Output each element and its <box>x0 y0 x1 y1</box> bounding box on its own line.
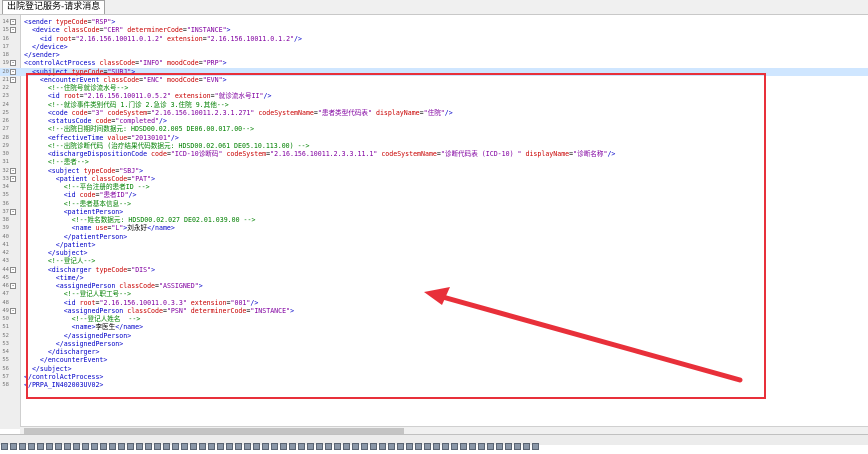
toolbar-icon[interactable] <box>82 443 89 450</box>
toolbar-icon[interactable] <box>352 443 359 450</box>
toolbar-icon[interactable] <box>289 443 296 450</box>
toolbar-icon[interactable] <box>307 443 314 450</box>
toolbar-icon[interactable] <box>226 443 233 450</box>
toolbar-icon[interactable] <box>424 443 431 450</box>
toolbar-icon[interactable] <box>109 443 116 450</box>
toolbar-icon[interactable] <box>433 443 440 450</box>
toolbar-icon[interactable] <box>298 443 305 450</box>
toolbar-icon[interactable] <box>1 443 8 450</box>
toolbar-icon[interactable] <box>145 443 152 450</box>
toolbar-icon[interactable] <box>253 443 260 450</box>
toolbar-icon[interactable] <box>343 443 350 450</box>
toolbar-icon[interactable] <box>91 443 98 450</box>
toolbar-icon[interactable] <box>28 443 35 450</box>
toolbar-icon[interactable] <box>532 443 539 450</box>
toolbar-icon[interactable] <box>280 443 287 450</box>
toolbar-icon[interactable] <box>163 443 170 450</box>
toolbar-icon[interactable] <box>181 443 188 450</box>
toolbar-icon[interactable] <box>190 443 197 450</box>
toolbar-icon[interactable] <box>46 443 53 450</box>
arrow-shaft <box>429 291 743 383</box>
toolbar-icon[interactable] <box>442 443 449 450</box>
toolbar-icon[interactable] <box>361 443 368 450</box>
toolbar-icon[interactable] <box>127 443 134 450</box>
toolbar-icon[interactable] <box>379 443 386 450</box>
toolbar-icon[interactable] <box>136 443 143 450</box>
toolbar-icon[interactable] <box>496 443 503 450</box>
toolbar-icon[interactable] <box>451 443 458 450</box>
toolbar-icon[interactable] <box>370 443 377 450</box>
toolbar-icon[interactable] <box>64 443 71 450</box>
toolbar-icon[interactable] <box>523 443 530 450</box>
toolbar-icon[interactable] <box>199 443 206 450</box>
toolbar-icon[interactable] <box>262 443 269 450</box>
toolbar-icon[interactable] <box>172 443 179 450</box>
toolbar-icon[interactable] <box>415 443 422 450</box>
arrow-annotation-icon <box>424 287 743 383</box>
toolbar-icon[interactable] <box>316 443 323 450</box>
toolbar-icon[interactable] <box>10 443 17 450</box>
toolbar-icon[interactable] <box>235 443 242 450</box>
toolbar-icon[interactable] <box>334 443 341 450</box>
toolbar-icon[interactable] <box>100 443 107 450</box>
toolbar-icon[interactable] <box>118 443 125 450</box>
toolbar-icon[interactable] <box>460 443 467 450</box>
bottom-toolbar <box>0 434 868 450</box>
toolbar-icon[interactable] <box>388 443 395 450</box>
toolbar-icon[interactable] <box>37 443 44 450</box>
toolbar-icon[interactable] <box>217 443 224 450</box>
toolbar-icon[interactable] <box>514 443 521 450</box>
toolbar-icon[interactable] <box>397 443 404 450</box>
toolbar-icon[interactable] <box>244 443 251 450</box>
toolbar-icon[interactable] <box>478 443 485 450</box>
toolbar-icon[interactable] <box>487 443 494 450</box>
toolbar-icon[interactable] <box>55 443 62 450</box>
toolbar-icon[interactable] <box>325 443 332 450</box>
toolbar-icon[interactable] <box>271 443 278 450</box>
toolbar-icon[interactable] <box>406 443 413 450</box>
toolbar-icon[interactable] <box>505 443 512 450</box>
toolbar-icon[interactable] <box>154 443 161 450</box>
toolbar-icon[interactable] <box>469 443 476 450</box>
toolbar-icon[interactable] <box>19 443 26 450</box>
toolbar-icon[interactable] <box>208 443 215 450</box>
toolbar-icon[interactable] <box>73 443 80 450</box>
